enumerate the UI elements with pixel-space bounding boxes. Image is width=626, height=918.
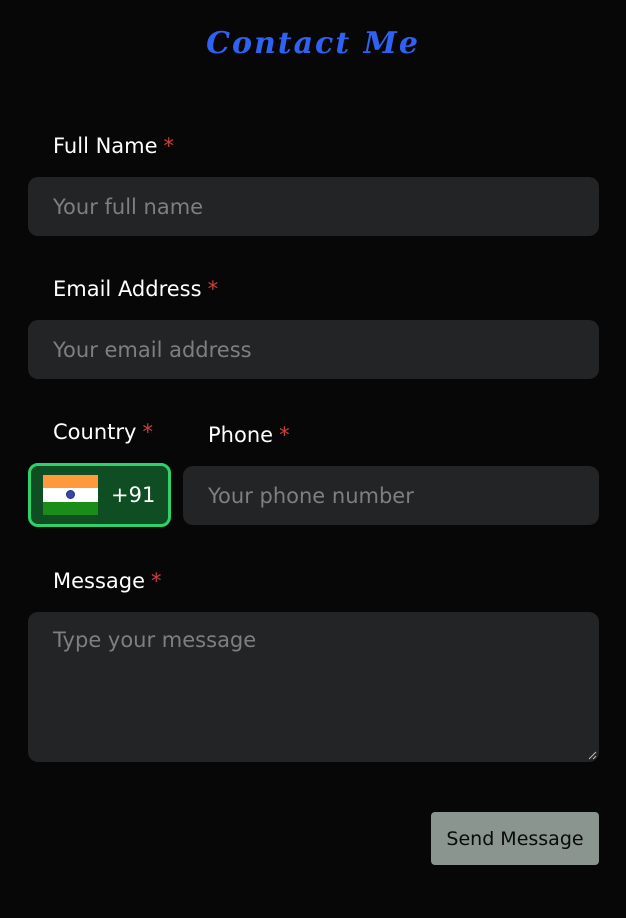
country-code-selector[interactable]: +91 <box>28 463 171 527</box>
phone-label-text: Phone <box>208 423 274 447</box>
form-title: Contact Me <box>206 26 420 61</box>
resize-handle-icon[interactable] <box>587 750 597 760</box>
full-name-placeholder: Your full name <box>53 194 204 219</box>
required-marker: * <box>163 134 175 158</box>
full-name-label-text: Full Name <box>53 134 158 158</box>
phone-label: Phone * <box>208 423 290 447</box>
message-textarea[interactable]: Type your message <box>28 612 599 762</box>
full-name-label: Full Name * <box>53 134 174 158</box>
email-placeholder: Your email address <box>53 337 252 362</box>
country-label-text: Country <box>53 420 137 444</box>
full-name-input[interactable]: Your full name <box>28 177 599 236</box>
phone-input[interactable]: Your phone number <box>183 466 599 525</box>
required-marker: * <box>142 420 153 444</box>
country-label: Country * <box>53 420 153 444</box>
required-marker: * <box>207 277 219 301</box>
required-marker: * <box>151 569 162 593</box>
message-label: Message * <box>53 569 162 593</box>
message-label-text: Message <box>53 569 146 593</box>
email-label-text: Email Address <box>53 277 202 301</box>
message-placeholder: Type your message <box>53 628 257 652</box>
required-marker: * <box>279 423 290 447</box>
phone-placeholder: Your phone number <box>208 483 414 508</box>
dial-code: +91 <box>111 483 156 507</box>
email-label: Email Address * <box>53 277 218 301</box>
send-message-button[interactable]: Send Message <box>431 812 599 865</box>
india-flag-icon <box>43 475 98 515</box>
email-input[interactable]: Your email address <box>28 320 599 379</box>
